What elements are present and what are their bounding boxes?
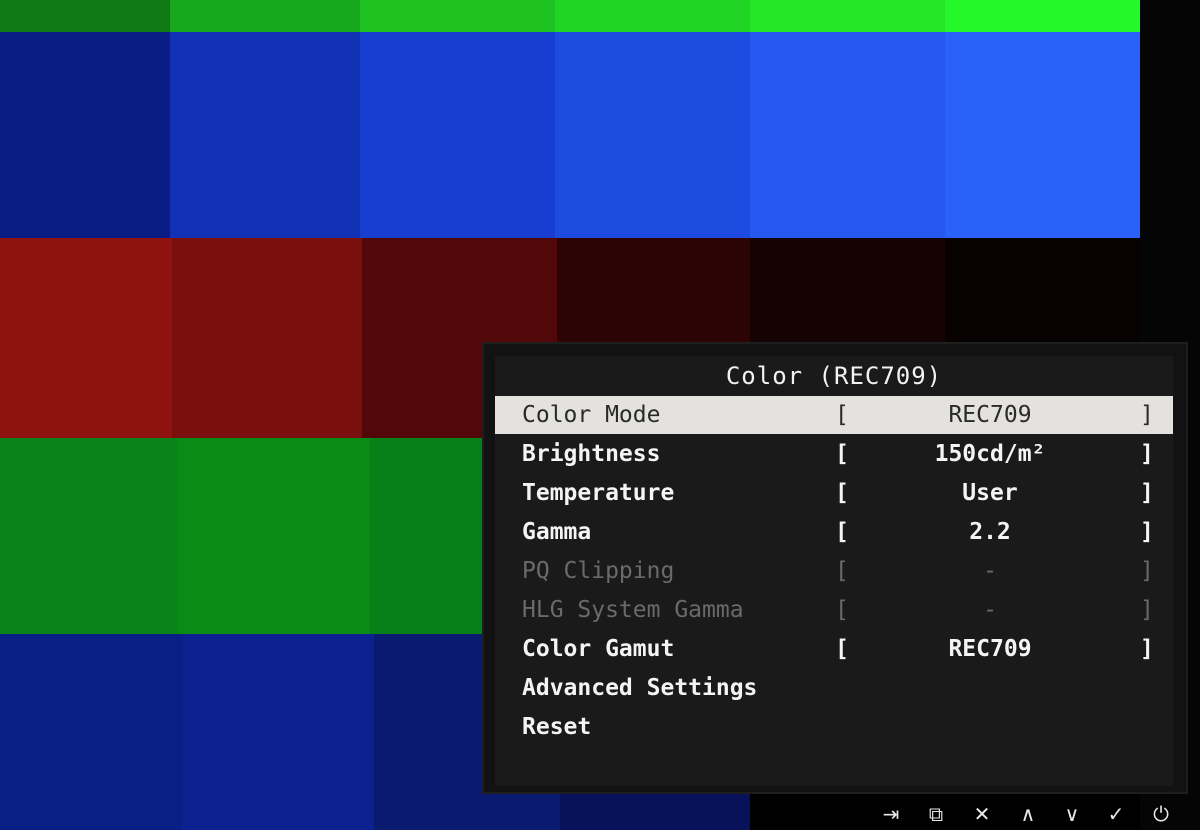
blue-bar-5 [750,32,945,238]
green-bar-6 [945,0,1140,32]
bracket-open: [ [835,519,849,545]
bracket-close: ] [1140,480,1154,506]
down-icon[interactable]: ∨ [1055,798,1089,830]
bracket-close: ] [1140,597,1154,623]
menu-item-label: Color Gamut [522,636,675,662]
monitor-button-bar: ⇥ ⧉ ✕ ∧ ∨ ✓ ⏻ [870,798,1190,830]
menu-item-label: Reset [522,714,592,740]
up-icon[interactable]: ∧ [1011,798,1045,830]
menu-item-value: User [962,480,1018,506]
bracket-open: [ [835,558,849,584]
menu-item-brightness[interactable]: Brightness [ 150cd/m² ] [495,435,1173,473]
menu-item-label: Color Mode [522,402,661,428]
bracket-close: ] [1140,402,1154,428]
green-bar-4 [555,0,750,32]
blue-bar-4 [555,32,750,238]
bracket-open: [ [835,480,849,506]
menu-item-color-mode[interactable]: Color Mode [ REC709 ] [495,396,1173,434]
close-icon[interactable]: ✕ [965,798,999,830]
menu-item-value: - [983,597,997,623]
mode-icon[interactable]: ⧉ [919,798,953,830]
check-icon[interactable]: ✓ [1099,798,1133,830]
menu-item-pq-clipping: PQ Clipping [ - ] [495,552,1173,590]
blue-bar-2 [170,32,360,238]
bracket-open: [ [835,597,849,623]
menu-item-value: 2.2 [969,519,1011,545]
bracket-open: [ [835,636,849,662]
menu-item-value: - [983,558,997,584]
menu-item-reset[interactable]: Reset [495,708,1173,746]
menu-item-temperature[interactable]: Temperature [ User ] [495,474,1173,512]
green-bar-2 [170,0,360,32]
menu-item-label: Gamma [522,519,592,545]
green-mid-bar-1 [0,438,178,634]
green-bar-5 [750,0,945,32]
blue-bottom-bar-1 [0,634,182,830]
blue-bar-3 [360,32,555,238]
green-bar-1 [0,0,170,32]
menu-item-label: Advanced Settings [522,675,758,701]
osd-title: Color (REC709) [725,362,943,390]
power-icon[interactable]: ⏻ [1144,798,1178,830]
bracket-open: [ [835,402,849,428]
input-icon[interactable]: ⇥ [874,798,908,830]
menu-item-color-gamut[interactable]: Color Gamut [ REC709 ] [495,630,1173,668]
menu-item-hlg-system-gamma: HLG System Gamma [ - ] [495,591,1173,629]
menu-item-label: HLG System Gamma [522,597,744,623]
green-bar-3 [360,0,555,32]
osd-panel: Color (REC709) Color Mode [ REC709 ] Bri… [495,356,1173,786]
menu-item-label: PQ Clipping [522,558,675,584]
red-bar-1 [0,238,172,438]
bracket-open: [ [835,441,849,467]
blue-bar-6 [945,32,1140,238]
bracket-close: ] [1140,636,1154,662]
menu-item-gamma[interactable]: Gamma [ 2.2 ] [495,513,1173,551]
bracket-close: ] [1140,441,1154,467]
bracket-close: ] [1140,558,1154,584]
menu-item-value: REC709 [948,402,1032,428]
blue-bottom-bar-2 [182,634,374,830]
menu-item-label: Brightness [522,441,661,467]
blue-bar-1 [0,32,170,238]
menu-item-label: Temperature [522,480,675,506]
menu-item-value: 150cd/m² [934,441,1046,467]
menu-item-value: REC709 [948,636,1032,662]
menu-item-advanced-settings[interactable]: Advanced Settings [495,669,1173,707]
osd-menu: Color (REC709) Color Mode [ REC709 ] Bri… [482,342,1188,794]
bracket-close: ] [1140,519,1154,545]
green-mid-bar-2 [178,438,370,634]
red-bar-2 [172,238,362,438]
